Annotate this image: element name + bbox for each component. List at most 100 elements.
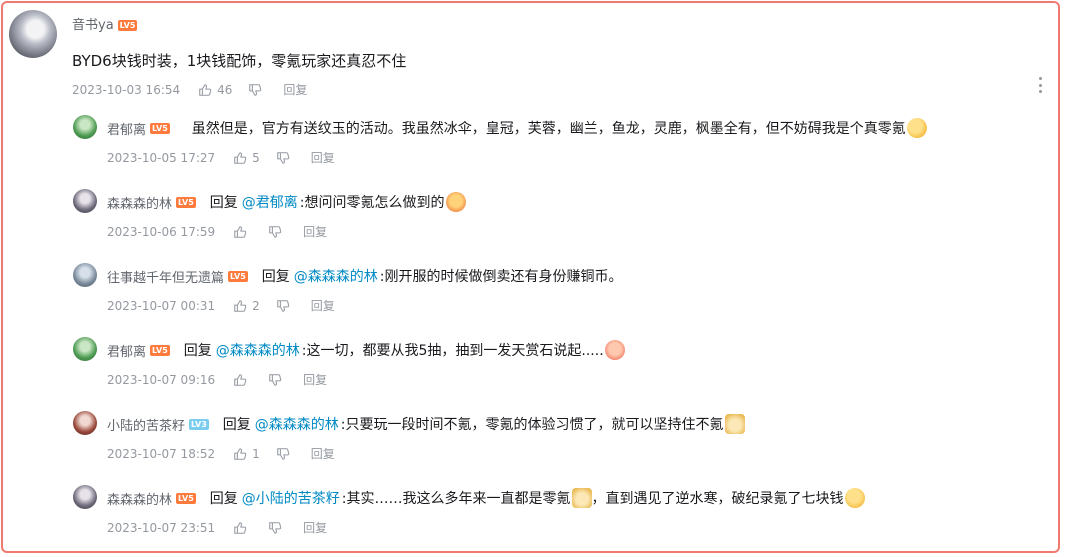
reply-line: 往事越千年但无遗篇 LV5 回复 @森森森的林 :刚开服的时候做倒卖还有身份赚铜币… [107, 266, 623, 286]
mention-link[interactable]: @森森森的林 [255, 414, 339, 434]
dislike-button[interactable] [276, 151, 295, 165]
avatar[interactable] [73, 115, 97, 139]
reply-button[interactable]: 回复 [311, 297, 335, 314]
reply-username[interactable]: 君郁离 [107, 119, 146, 138]
reply-text: :想问问零氪怎么做到的 [299, 195, 445, 211]
username-text[interactable]: 音书ya [72, 18, 114, 33]
dislike-button[interactable] [268, 373, 287, 387]
thumb-down-icon [269, 373, 282, 386]
timestamp: 2023-10-06 17:59 [107, 224, 216, 239]
thumb-up-icon [199, 83, 212, 96]
thumb-down-icon [249, 83, 262, 96]
reply-button[interactable]: 回复 [303, 223, 327, 240]
reply-button[interactable]: 回复 [311, 445, 335, 462]
crying-emote-icon [445, 192, 466, 212]
thumb-down-icon [269, 521, 282, 534]
thumb-down-icon [277, 151, 290, 164]
timestamp: 2023-10-03 16:54 [72, 82, 181, 97]
reply-button[interactable]: 回复 [303, 519, 327, 536]
timestamp: 2023-10-07 00:31 [107, 298, 216, 313]
thumb-up-icon [234, 151, 247, 164]
reply-text: 虽然但是，官方有送纹玉的活动。我虽然冰伞，皇冠，芙蓉，幽兰，鱼龙，灵鹿，枫墨全有… [191, 121, 906, 137]
reply-meta: 2023-10-05 17:27 5 回复 [107, 149, 335, 166]
root-comment-text: BYD6块钱时装，1块钱配饰，零氪玩家还真忍不住 [72, 52, 407, 70]
timestamp: 2023-10-07 18:52 [107, 446, 216, 461]
doge-emote-icon [724, 414, 745, 434]
avatar[interactable] [73, 411, 97, 435]
reply-line: 君郁离 LV5 虽然但是，官方有送纹玉的活动。我虽然冰伞，皇冠，芙蓉，幽兰，鱼龙，… [107, 118, 927, 138]
dizzy-emote-icon [906, 118, 927, 138]
root-username[interactable]: 音书ya LV5 [72, 14, 138, 33]
reply-word: 回复 [183, 343, 212, 359]
reply-text: :只要玩一段时间不氪，零氪的体验习惯了，就可以坚持住不氪 [340, 417, 724, 433]
mention-link[interactable]: @森森森的林 [294, 266, 378, 286]
doge-emote-icon [571, 488, 592, 508]
reply-text: :这一切，都要从我5抽，抽到一发天赏石说起..... [301, 343, 604, 359]
avatar[interactable] [73, 263, 97, 287]
mention-link[interactable]: @小陆的苦茶籽 [242, 488, 340, 508]
reply-line: 森森森的林 LV5 回复 @小陆的苦茶籽 :其实……我这么多年来一直都是零氪 ，直… [107, 488, 865, 508]
like-button[interactable] [233, 521, 252, 535]
avatar[interactable] [73, 189, 97, 213]
reply-line: 森森森的林 LV5 回复 @君郁离 :想问问零氪怎么做到的 [107, 192, 466, 212]
like-count: 46 [217, 82, 233, 97]
thumb-down-icon [277, 299, 290, 312]
like-button[interactable]: 46 [198, 83, 232, 97]
root-meta: 2023-10-03 16:54 46 回复 [72, 81, 307, 98]
thumb-up-icon [234, 225, 247, 238]
reply-username[interactable]: 小陆的苦茶籽 [107, 415, 185, 434]
mention-link[interactable]: @君郁离 [242, 192, 298, 212]
like-button[interactable]: 5 [233, 151, 260, 165]
reply-meta: 2023-10-07 09:16 回复 [107, 371, 327, 388]
like-button[interactable] [233, 373, 252, 387]
thumb-up-icon [234, 521, 247, 534]
like-button[interactable]: 1 [233, 447, 260, 461]
thumb-up-icon [234, 299, 247, 312]
reply-meta: 2023-10-07 18:52 1 回复 [107, 445, 335, 462]
level-badge: LV3 [189, 418, 209, 430]
sob-emote-icon [844, 488, 865, 508]
dislike-button[interactable] [248, 83, 267, 97]
thumb-down-icon [277, 447, 290, 460]
level-badge: LV5 [150, 344, 170, 356]
reply-username[interactable]: 往事越千年但无遗篇 [107, 267, 224, 286]
avatar[interactable] [9, 10, 57, 58]
like-button[interactable]: 2 [233, 299, 260, 313]
thumb-up-icon [234, 373, 247, 386]
like-count: 2 [252, 298, 260, 313]
thumb-down-icon [269, 225, 282, 238]
reply-username[interactable]: 森森森的林 [107, 193, 172, 212]
like-button[interactable] [233, 225, 252, 239]
mention-link[interactable]: @森森森的林 [216, 340, 300, 360]
reply-word: 回复 [209, 195, 238, 211]
level-badge: LV5 [176, 492, 196, 504]
dislike-button[interactable] [268, 225, 287, 239]
reply-text-continued: ，直到遇见了逆水寒，破纪录氪了七块钱 [591, 491, 844, 507]
reply-line: 小陆的苦茶籽 LV3 回复 @森森森的林 :只要玩一段时间不氪，零氪的体验习惯了，… [107, 414, 745, 434]
reply-button[interactable]: 回复 [303, 371, 327, 388]
timestamp: 2023-10-05 17:27 [107, 150, 216, 165]
reply-text: :其实……我这么多年来一直都是零氪 [341, 491, 571, 507]
reply-username[interactable]: 森森森的林 [107, 489, 172, 508]
reply-word: 回复 [222, 417, 251, 433]
like-count: 1 [252, 446, 260, 461]
timestamp: 2023-10-07 09:16 [107, 372, 216, 387]
reply-word: 回复 [209, 491, 238, 507]
reply-meta: 2023-10-07 23:51 回复 [107, 519, 327, 536]
reply-button[interactable]: 回复 [311, 149, 335, 166]
reply-meta: 2023-10-07 00:31 2 回复 [107, 297, 335, 314]
more-options-icon[interactable] [1036, 77, 1044, 93]
thumb-up-icon [234, 447, 247, 460]
timestamp: 2023-10-07 23:51 [107, 520, 216, 535]
dislike-button[interactable] [276, 447, 295, 461]
dislike-button[interactable] [268, 521, 287, 535]
reply-username[interactable]: 君郁离 [107, 341, 146, 360]
reply-button[interactable]: 回复 [283, 81, 307, 98]
reply-text: :刚开服的时候做倒卖还有身份赚铜币。 [379, 269, 623, 285]
avatar[interactable] [73, 485, 97, 509]
like-count: 5 [252, 150, 260, 165]
shy-emote-icon [604, 340, 625, 360]
avatar[interactable] [73, 337, 97, 361]
dislike-button[interactable] [276, 299, 295, 313]
reply-word: 回复 [261, 269, 290, 285]
